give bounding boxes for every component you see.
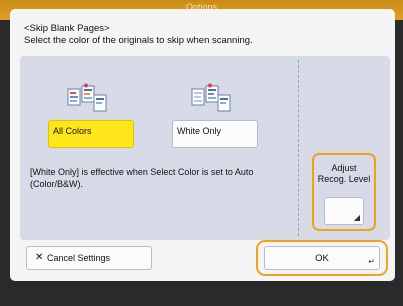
corner-mark-icon: ◢ <box>353 213 360 222</box>
adjust-label: Adjust Recog. Level <box>314 163 374 185</box>
all-colors-label: All Colors <box>53 126 92 136</box>
dialog-title: <Skip Blank Pages> Select the color of t… <box>24 23 253 47</box>
color-pages-icon <box>67 83 107 112</box>
adjust-open-button[interactable]: ◢ <box>324 197 364 225</box>
dialog-title-line1: <Skip Blank Pages> <box>24 23 110 34</box>
white-only-note: [White Only] is effective when Select Co… <box>30 167 254 189</box>
close-icon: ✕ <box>35 252 44 263</box>
white-only-label: White Only <box>177 126 222 136</box>
cancel-settings-label: Cancel Settings <box>47 253 111 263</box>
ok-button-highlight[interactable]: OK ↵ <box>256 240 388 276</box>
all-colors-button[interactable]: All Colors <box>48 120 134 148</box>
panel-divider <box>298 60 299 236</box>
enter-icon: ↵ <box>368 257 375 266</box>
adjust-label-line1: Adjust <box>331 163 357 173</box>
ok-button[interactable]: OK ↵ <box>264 246 380 270</box>
white-pages-icon <box>191 83 231 112</box>
adjust-recog-level-button[interactable]: Adjust Recog. Level ◢ <box>312 153 376 231</box>
white-only-button[interactable]: White Only <box>172 120 258 148</box>
adjust-label-line2: Recog. Level <box>317 174 371 184</box>
dialog-title-line2: Select the color of the originals to ski… <box>24 35 253 46</box>
cancel-settings-button[interactable]: ✕ Cancel Settings <box>26 246 152 270</box>
ok-label: OK <box>315 253 329 264</box>
